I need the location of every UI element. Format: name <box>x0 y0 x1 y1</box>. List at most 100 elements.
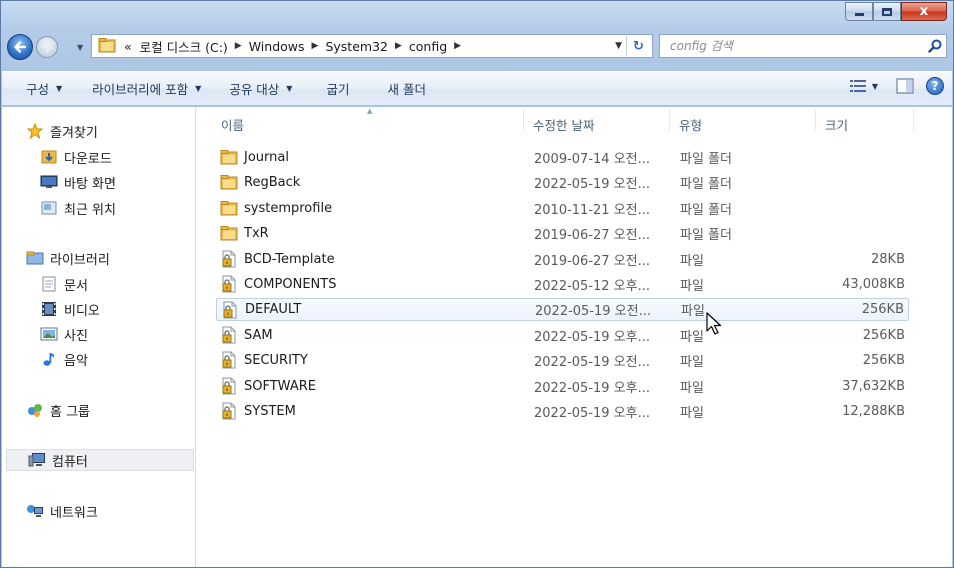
refresh-icon: ↻ <box>633 38 644 54</box>
file-date: 2022-05-19 오전... <box>534 355 650 371</box>
file-name: SOFTWARE <box>244 378 316 394</box>
crumb-system32[interactable]: System32 ▶ <box>325 39 408 54</box>
forward-arrow-icon <box>40 41 53 53</box>
new-folder-button[interactable]: 새 폴더 <box>375 76 437 102</box>
crumb-local-disk[interactable]: 로컬 디스크 (C:) ▶ <box>140 37 249 56</box>
crumb-arrow-icon[interactable]: ▶ <box>454 41 461 51</box>
file-size: 28KB <box>871 251 905 267</box>
file-name: SAM <box>244 327 273 343</box>
navigation-bar: ▼ « 로컬 디스크 (C:) ▶ Windows ▶ System32 ▶ conf… <box>1 31 953 63</box>
nav-music[interactable]: 음악 <box>40 348 88 370</box>
refresh-button[interactable]: ↻ <box>626 36 650 56</box>
folder-row[interactable]: TxR 2019-06-27 오전... 파일 폴더 <box>216 222 909 245</box>
nav-pictures[interactable]: 사진 <box>40 323 88 345</box>
help-button[interactable]: ? <box>926 77 944 95</box>
maximize-icon <box>882 7 892 16</box>
change-view-button[interactable]: ▼ <box>849 80 878 92</box>
nav-recent[interactable]: 최근 위치 <box>40 197 116 219</box>
organize-button[interactable]: 구성 ▼ <box>14 76 74 102</box>
preview-pane-icon <box>896 78 914 94</box>
address-bar[interactable]: « 로컬 디스크 (C:) ▶ Windows ▶ System32 ▶ config… <box>91 34 653 58</box>
column-divider[interactable] <box>913 109 914 131</box>
column-header-name[interactable]: 이름 <box>221 115 244 134</box>
crumb-label: System32 <box>325 38 388 54</box>
search-box[interactable] <box>659 34 947 58</box>
address-dropdown-icon[interactable]: ▼ <box>615 41 622 51</box>
file-row[interactable]: DEFAULT 2022-05-19 오전... 파일 256KB <box>216 298 909 322</box>
nav-libraries-label: 라이브러리 <box>50 252 110 268</box>
file-row[interactable]: SOFTWARE 2022-05-19 오후... 파일 37,632KB <box>216 375 909 398</box>
column-header-size[interactable]: 크기 <box>825 115 848 134</box>
search-input[interactable] <box>660 36 924 56</box>
crumb-config[interactable]: config ▶ <box>409 39 468 54</box>
locked-file-icon <box>220 402 238 420</box>
new-folder-label: 새 폴더 <box>387 82 426 97</box>
nav-computer[interactable]: 컴퓨터 <box>6 449 194 471</box>
picture-icon <box>40 326 58 342</box>
minimize-button[interactable] <box>845 2 873 21</box>
file-size: 37,632KB <box>842 378 905 394</box>
mouse-cursor-icon <box>706 312 722 335</box>
network-icon <box>26 503 44 519</box>
include-in-library-button[interactable]: 라이브러리에 포함 ▼ <box>80 76 213 102</box>
file-row[interactable]: COMPONENTS 2022-05-12 오후... 파일 43,008KB <box>216 273 909 296</box>
crumb-arrow-icon[interactable]: ▶ <box>395 41 402 51</box>
address-overflow[interactable]: « <box>124 39 132 54</box>
crumb-arrow-icon[interactable]: ▶ <box>235 41 242 51</box>
nav-videos[interactable]: 비디오 <box>40 298 100 320</box>
file-name: SECURITY <box>244 353 308 369</box>
nav-downloads[interactable]: 다운로드 <box>40 146 112 168</box>
nav-libraries[interactable]: 라이브러리 <box>26 247 110 269</box>
file-row[interactable]: SAM 2022-05-19 오후... 파일 256KB <box>216 324 909 347</box>
star-icon <box>26 123 44 139</box>
column-header-date[interactable]: 수정한 날짜 <box>533 115 594 134</box>
include-library-label: 라이브러리에 포함 <box>92 82 189 97</box>
file-type: 파일 <box>680 329 704 345</box>
file-row[interactable]: SECURITY 2022-05-19 오전... 파일 256KB <box>216 349 909 372</box>
share-with-button[interactable]: 공유 대상 ▼ <box>217 76 304 102</box>
sort-ascending-icon: ▲ <box>367 107 373 115</box>
folder-row[interactable]: systemprofile 2010-11-21 오전... 파일 폴더 <box>216 197 909 220</box>
computer-icon <box>28 452 46 468</box>
locked-file-icon <box>220 275 238 293</box>
folder-row[interactable]: RegBack 2022-05-19 오전... 파일 폴더 <box>216 171 909 194</box>
search-icon[interactable] <box>924 39 946 53</box>
file-date: 2022-05-19 오후... <box>534 406 650 421</box>
file-name: BCD-Template <box>244 251 335 267</box>
nav-network[interactable]: 네트워크 <box>26 500 98 522</box>
locked-file-icon <box>220 377 238 395</box>
file-type: 파일 폴더 <box>680 177 732 193</box>
back-button[interactable] <box>7 34 33 60</box>
locked-file-icon <box>220 326 238 344</box>
file-size: 256KB <box>861 302 904 318</box>
file-row[interactable]: BCD-Template 2019-06-27 오전... 파일 28KB <box>216 248 909 271</box>
nav-favorites[interactable]: 즐겨찾기 <box>26 120 98 142</box>
nav-homegroup[interactable]: 홈 그룹 <box>26 399 90 421</box>
nav-documents-label: 문서 <box>64 278 88 294</box>
folder-row[interactable]: Journal 2009-07-14 오전... 파일 폴더 <box>216 146 909 169</box>
column-header-type[interactable]: 유형 <box>679 115 702 134</box>
file-type: 파일 폴더 <box>680 202 732 218</box>
burn-button[interactable]: 굽기 <box>314 76 361 102</box>
crumb-label: Windows <box>248 38 305 54</box>
preview-pane-button[interactable] <box>896 78 914 94</box>
recent-pages-dropdown-icon[interactable]: ▼ <box>77 43 83 52</box>
nav-documents[interactable]: 문서 <box>40 273 88 295</box>
maximize-button[interactable] <box>873 2 901 21</box>
locked-file-icon <box>220 351 238 369</box>
close-button[interactable]: x <box>901 2 947 21</box>
column-divider[interactable] <box>815 109 816 131</box>
nav-favorites-label: 즐겨찾기 <box>50 125 98 141</box>
crumb-arrow-icon[interactable]: ▶ <box>312 41 319 51</box>
explorer-window: x ▼ « 로컬 디스크 (C:) ▶ Windows ▶ System32 ▶ co… <box>0 0 954 568</box>
library-icon <box>26 250 44 266</box>
nav-desktop[interactable]: 바탕 화면 <box>40 171 116 193</box>
command-bar: 구성 ▼ 라이브러리에 포함 ▼ 공유 대상 ▼ 굽기 새 폴더 ▼ ? <box>2 71 952 106</box>
column-divider[interactable] <box>669 109 670 131</box>
file-row[interactable]: SYSTEM 2022-05-19 오후... 파일 12,288KB <box>216 400 909 423</box>
share-with-label: 공유 대상 <box>229 82 280 97</box>
column-divider[interactable] <box>523 109 524 131</box>
forward-button[interactable] <box>36 36 58 58</box>
crumb-windows[interactable]: Windows ▶ <box>249 39 326 54</box>
chevron-down-icon: ▼ <box>56 84 63 93</box>
